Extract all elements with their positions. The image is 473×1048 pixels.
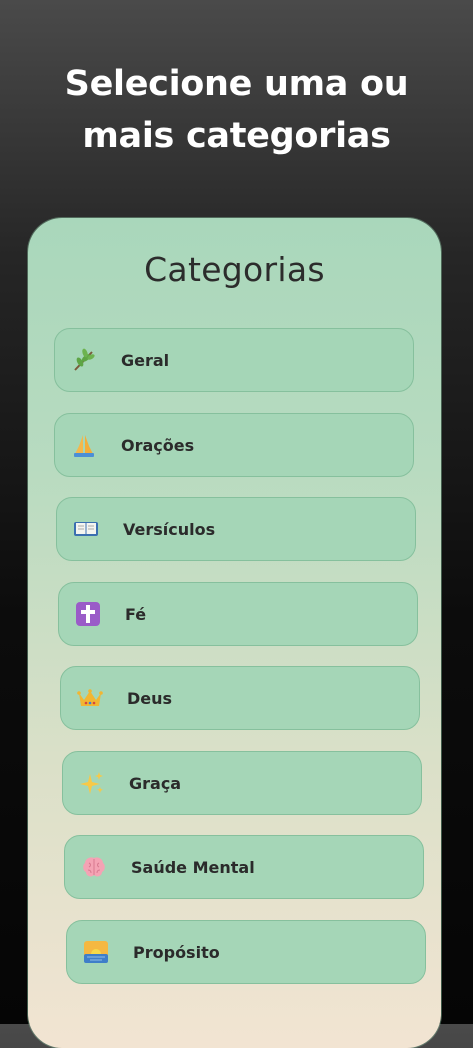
category-item-graca[interactable]: Graça bbox=[62, 751, 422, 815]
category-item-geral[interactable]: Geral bbox=[54, 328, 414, 392]
category-label-deus: Deus bbox=[127, 688, 173, 708]
category-label-oracoes: Orações bbox=[121, 435, 195, 455]
category-label-fe: Fé bbox=[125, 604, 147, 624]
category-item-versiculos[interactable]: Versículos bbox=[56, 497, 416, 561]
category-item-saude-mental[interactable]: Saúde Mental bbox=[64, 835, 424, 899]
category-item-proposito[interactable]: Propósito bbox=[66, 920, 426, 984]
crown-icon bbox=[77, 685, 103, 711]
brain-icon bbox=[81, 854, 107, 880]
page-title-line-2: mais categorias bbox=[82, 116, 391, 156]
book-icon bbox=[73, 516, 99, 542]
cross-icon bbox=[75, 601, 101, 627]
sunrise-icon bbox=[83, 939, 109, 965]
category-label-saude-mental: Saúde Mental bbox=[131, 857, 255, 877]
category-item-oracoes[interactable]: Orações bbox=[54, 413, 414, 477]
category-label-geral: Geral bbox=[121, 350, 170, 370]
category-label-proposito: Propósito bbox=[133, 942, 220, 962]
category-label-graca: Graça bbox=[129, 773, 182, 793]
page-title: Selecione uma ou mais categorias bbox=[0, 58, 473, 162]
praying-hands-icon bbox=[71, 432, 97, 458]
page-title-line-1: Selecione uma ou bbox=[64, 64, 409, 104]
category-item-deus[interactable]: Deus bbox=[60, 666, 420, 730]
category-label-versiculos: Versículos bbox=[123, 519, 216, 539]
sparkles-icon bbox=[79, 770, 105, 796]
category-item-fe[interactable]: Fé bbox=[58, 582, 418, 646]
branch-icon bbox=[71, 347, 97, 373]
card-title: Categorias bbox=[144, 250, 325, 289]
